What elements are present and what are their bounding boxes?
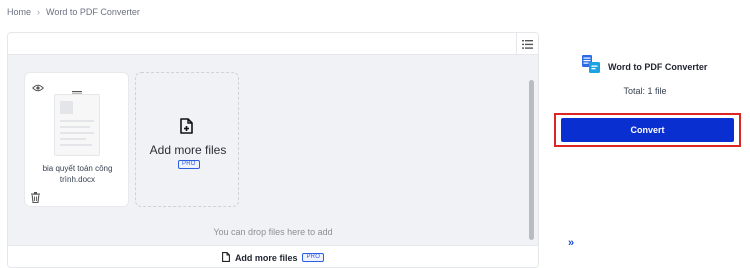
file-icon: [221, 249, 230, 267]
file-card[interactable]: bia quyết toán công trình.docx: [24, 72, 129, 207]
scrollbar[interactable]: [529, 80, 534, 240]
add-more-files-button-label: Add more files: [234, 252, 298, 263]
breadcrumb: Home › Word to PDF Converter: [7, 7, 140, 17]
trash-icon[interactable]: [31, 190, 40, 208]
tool-header: Word to PDF Converter: [582, 55, 707, 78]
breadcrumb-current: Word to PDF Converter: [46, 7, 140, 17]
add-more-files-button[interactable]: Add more files PRO: [8, 245, 538, 267]
add-more-files-card[interactable]: Add more files PRO: [135, 72, 239, 207]
eye-icon[interactable]: [32, 79, 44, 97]
tool-name: Word to PDF Converter: [608, 61, 708, 72]
files-panel: bia quyết toán công trình.docx Add more …: [7, 32, 539, 268]
breadcrumb-home-link[interactable]: Home: [7, 7, 31, 17]
file-total: Total: 1 file: [623, 86, 667, 96]
file-drop-area[interactable]: bia quyết toán công trình.docx Add more …: [8, 55, 538, 245]
pro-badge: PRO: [302, 253, 325, 262]
panel-toolbar: [8, 33, 538, 55]
word-to-pdf-icon: [582, 55, 600, 78]
pro-badge: PRO: [178, 160, 200, 169]
double-chevron-right-icon[interactable]: »: [568, 237, 574, 249]
breadcrumb-separator: ›: [37, 7, 41, 17]
convert-button[interactable]: Convert: [561, 118, 734, 142]
file-name: bia quyết toán công trình.docx: [42, 164, 113, 184]
add-more-files-label: Add more files: [149, 143, 227, 157]
list-view-icon: [522, 39, 533, 49]
file-add-icon: [180, 118, 194, 139]
file-thumbnail: [54, 94, 100, 156]
drop-hint: You can drop files here to add: [213, 227, 333, 237]
list-view-button[interactable]: [516, 33, 538, 55]
